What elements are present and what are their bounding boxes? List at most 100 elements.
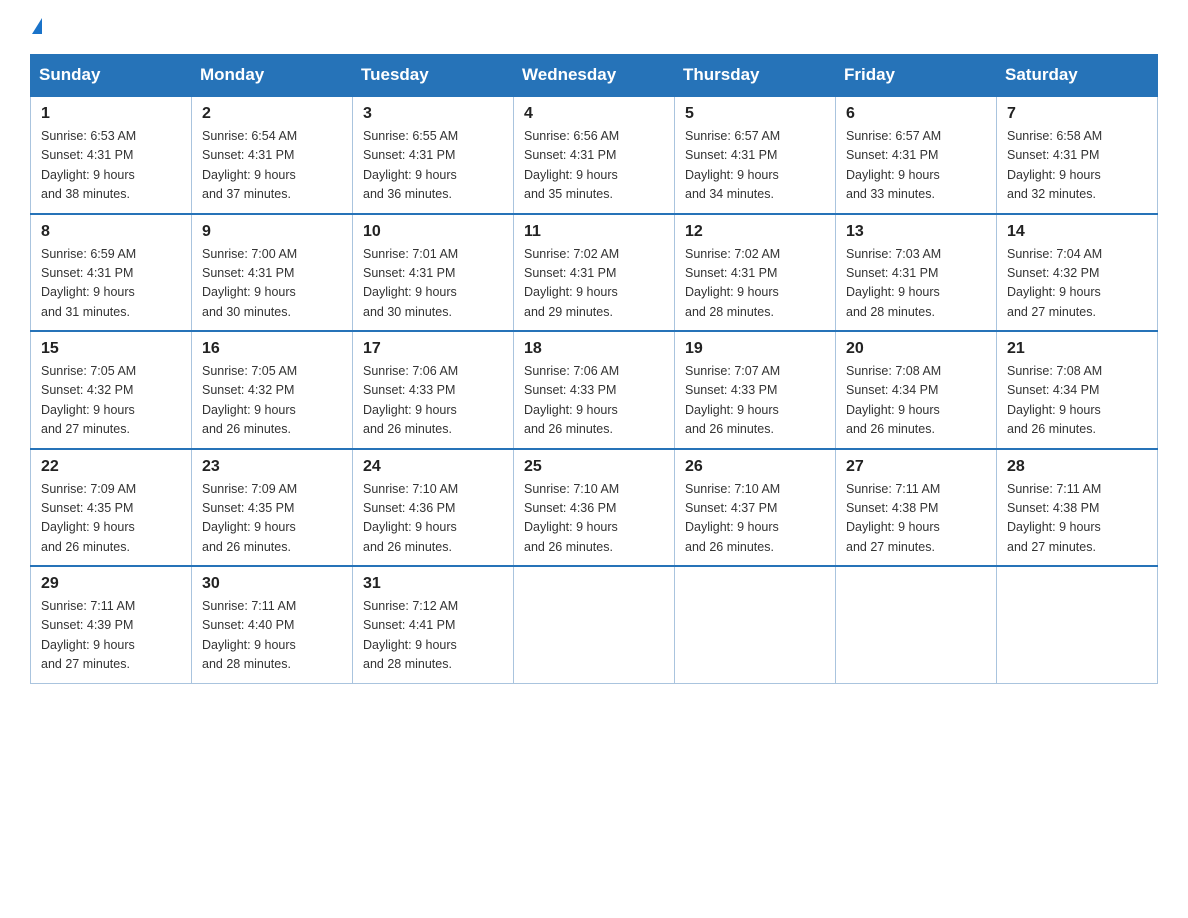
calendar-cell: 26 Sunrise: 7:10 AMSunset: 4:37 PMDayligh…: [675, 449, 836, 567]
day-number: 22: [41, 458, 181, 476]
calendar-cell: 31 Sunrise: 7:12 AMSunset: 4:41 PMDayligh…: [353, 566, 514, 683]
day-info: Sunrise: 7:10 AMSunset: 4:37 PMDaylight:…: [685, 480, 825, 558]
day-number: 2: [202, 105, 342, 123]
day-number: 6: [846, 105, 986, 123]
day-info: Sunrise: 7:10 AMSunset: 4:36 PMDaylight:…: [524, 480, 664, 558]
calendar-cell: 21 Sunrise: 7:08 AMSunset: 4:34 PMDayligh…: [997, 331, 1158, 449]
day-info: Sunrise: 7:00 AMSunset: 4:31 PMDaylight:…: [202, 245, 342, 323]
day-info: Sunrise: 7:02 AMSunset: 4:31 PMDaylight:…: [524, 245, 664, 323]
day-number: 15: [41, 340, 181, 358]
weekday-header-friday: Friday: [836, 55, 997, 97]
calendar-cell: 7 Sunrise: 6:58 AMSunset: 4:31 PMDaylight…: [997, 96, 1158, 214]
calendar-cell: 3Sunrise: 6:55 AMSunset: 4:31 PMDaylight…: [353, 96, 514, 214]
weekday-header-wednesday: Wednesday: [514, 55, 675, 97]
day-number: 5: [685, 105, 825, 123]
day-number: 29: [41, 575, 181, 593]
calendar-cell: 30Sunrise: 7:11 AMSunset: 4:40 PMDayligh…: [192, 566, 353, 683]
calendar-cell: 12Sunrise: 7:02 AMSunset: 4:31 PMDayligh…: [675, 214, 836, 332]
day-number: 26: [685, 458, 825, 476]
day-info: Sunrise: 6:58 AMSunset: 4:31 PMDaylight:…: [1007, 127, 1147, 205]
day-number: 28: [1007, 458, 1147, 476]
day-info: Sunrise: 6:56 AMSunset: 4:31 PMDaylight:…: [524, 127, 664, 205]
calendar-cell: 18Sunrise: 7:06 AMSunset: 4:33 PMDayligh…: [514, 331, 675, 449]
day-info: Sunrise: 6:54 AMSunset: 4:31 PMDaylight:…: [202, 127, 342, 205]
day-info: Sunrise: 7:07 AMSunset: 4:33 PMDaylight:…: [685, 362, 825, 440]
day-number: 11: [524, 223, 664, 241]
day-number: 21: [1007, 340, 1147, 358]
day-info: Sunrise: 6:57 AMSunset: 4:31 PMDaylight:…: [685, 127, 825, 205]
calendar-cell: 28 Sunrise: 7:11 AMSunset: 4:38 PMDayligh…: [997, 449, 1158, 567]
calendar-cell: 23 Sunrise: 7:09 AMSunset: 4:35 PMDayligh…: [192, 449, 353, 567]
calendar-cell: 11 Sunrise: 7:02 AMSunset: 4:31 PMDayligh…: [514, 214, 675, 332]
calendar-cell: 15Sunrise: 7:05 AMSunset: 4:32 PMDayligh…: [31, 331, 192, 449]
page-header: [30, 20, 1158, 36]
day-number: 10: [363, 223, 503, 241]
day-info: Sunrise: 7:10 AMSunset: 4:36 PMDaylight:…: [363, 480, 503, 558]
calendar-cell: [675, 566, 836, 683]
day-number: 3: [363, 105, 503, 123]
day-number: 13: [846, 223, 986, 241]
day-number: 4: [524, 105, 664, 123]
calendar-cell: 29 Sunrise: 7:11 AMSunset: 4:39 PMDayligh…: [31, 566, 192, 683]
day-number: 8: [41, 223, 181, 241]
day-info: Sunrise: 6:57 AMSunset: 4:31 PMDaylight:…: [846, 127, 986, 205]
day-info: Sunrise: 7:08 AMSunset: 4:34 PMDaylight:…: [1007, 362, 1147, 440]
day-info: Sunrise: 6:53 AMSunset: 4:31 PMDaylight:…: [41, 127, 181, 205]
day-number: 7: [1007, 105, 1147, 123]
day-number: 17: [363, 340, 503, 358]
day-number: 23: [202, 458, 342, 476]
day-number: 27: [846, 458, 986, 476]
weekday-header-row: SundayMondayTuesdayWednesdayThursdayFrid…: [31, 55, 1158, 97]
calendar-cell: 5 Sunrise: 6:57 AMSunset: 4:31 PMDaylight…: [675, 96, 836, 214]
day-number: 14: [1007, 223, 1147, 241]
day-info: Sunrise: 7:09 AMSunset: 4:35 PMDaylight:…: [41, 480, 181, 558]
day-number: 20: [846, 340, 986, 358]
day-number: 19: [685, 340, 825, 358]
day-info: Sunrise: 7:12 AMSunset: 4:41 PMDaylight:…: [363, 597, 503, 675]
day-number: 1: [41, 105, 181, 123]
calendar-cell: 1 Sunrise: 6:53 AMSunset: 4:31 PMDaylight…: [31, 96, 192, 214]
week-row-1: 1 Sunrise: 6:53 AMSunset: 4:31 PMDaylight…: [31, 96, 1158, 214]
logo-triangle-icon: [32, 18, 42, 34]
weekday-header-tuesday: Tuesday: [353, 55, 514, 97]
day-info: Sunrise: 7:09 AMSunset: 4:35 PMDaylight:…: [202, 480, 342, 558]
calendar-cell: 9 Sunrise: 7:00 AMSunset: 4:31 PMDaylight…: [192, 214, 353, 332]
weekday-header-monday: Monday: [192, 55, 353, 97]
day-number: 30: [202, 575, 342, 593]
day-number: 31: [363, 575, 503, 593]
calendar-cell: 20 Sunrise: 7:08 AMSunset: 4:34 PMDayligh…: [836, 331, 997, 449]
logo: [30, 20, 42, 36]
day-number: 16: [202, 340, 342, 358]
calendar-cell: [836, 566, 997, 683]
calendar-cell: [514, 566, 675, 683]
calendar-cell: 14Sunrise: 7:04 AMSunset: 4:32 PMDayligh…: [997, 214, 1158, 332]
calendar-table: SundayMondayTuesdayWednesdayThursdayFrid…: [30, 54, 1158, 684]
day-number: 24: [363, 458, 503, 476]
week-row-3: 15 Sunrise: 7:05 AMSunset: 4:32 PMDayligh…: [31, 331, 1158, 449]
day-number: 12: [685, 223, 825, 241]
week-row-2: 8Sunrise: 6:59 AMSunset: 4:31 PMDaylight…: [31, 214, 1158, 332]
week-row-4: 22 Sunrise: 7:09 AMSunset: 4:35 PMDayligh…: [31, 449, 1158, 567]
weekday-header-sunday: Sunday: [31, 55, 192, 97]
calendar-cell: 6 Sunrise: 6:57 AMSunset: 4:31 PMDaylight…: [836, 96, 997, 214]
day-number: 18: [524, 340, 664, 358]
week-row-5: 29 Sunrise: 7:11 AMSunset: 4:39 PMDayligh…: [31, 566, 1158, 683]
calendar-cell: 2 Sunrise: 6:54 AMSunset: 4:31 PMDaylight…: [192, 96, 353, 214]
day-info: Sunrise: 7:11 AMSunset: 4:39 PMDaylight:…: [41, 597, 181, 675]
weekday-header-thursday: Thursday: [675, 55, 836, 97]
day-info: Sunrise: 7:05 AMSunset: 4:32 PMDaylight:…: [202, 362, 342, 440]
calendar-cell: 22 Sunrise: 7:09 AMSunset: 4:35 PMDayligh…: [31, 449, 192, 567]
day-info: Sunrise: 7:11 AMSunset: 4:38 PMDaylight:…: [1007, 480, 1147, 558]
calendar-cell: 24 Sunrise: 7:10 AMSunset: 4:36 PMDayligh…: [353, 449, 514, 567]
day-info: Sunrise: 7:08 AMSunset: 4:34 PMDaylight:…: [846, 362, 986, 440]
calendar-cell: 16 Sunrise: 7:05 AMSunset: 4:32 PMDayligh…: [192, 331, 353, 449]
weekday-header-saturday: Saturday: [997, 55, 1158, 97]
day-info: Sunrise: 7:06 AMSunset: 4:33 PMDaylight:…: [363, 362, 503, 440]
day-info: Sunrise: 7:03 AMSunset: 4:31 PMDaylight:…: [846, 245, 986, 323]
calendar-cell: 27Sunrise: 7:11 AMSunset: 4:38 PMDayligh…: [836, 449, 997, 567]
calendar-cell: 8Sunrise: 6:59 AMSunset: 4:31 PMDaylight…: [31, 214, 192, 332]
day-info: Sunrise: 7:01 AMSunset: 4:31 PMDaylight:…: [363, 245, 503, 323]
calendar-cell: 4 Sunrise: 6:56 AMSunset: 4:31 PMDaylight…: [514, 96, 675, 214]
day-number: 9: [202, 223, 342, 241]
calendar-cell: [997, 566, 1158, 683]
